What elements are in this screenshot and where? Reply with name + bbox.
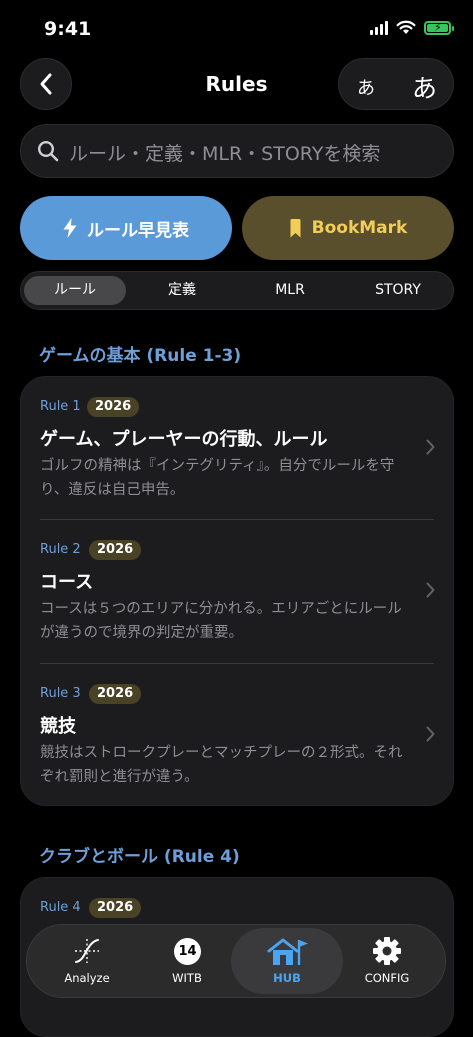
category-segmented-control: ルール 定義 MLR STORY [20,271,454,310]
bookmark-icon [290,218,301,237]
quick-reference-button[interactable]: ルール早見表 [20,196,232,260]
font-size-toggle[interactable]: あ あ [338,58,454,110]
section-title: クラブとボール (Rule 4) [39,847,240,867]
bookmark-label: BookMark [311,218,408,238]
wifi-icon [396,20,416,34]
tab-config[interactable]: CONFIG [337,925,437,997]
tab-analyze-label: Analyze [64,971,110,985]
rule-number: Rule 1 [40,399,81,414]
status-time: 9:41 [44,18,92,40]
rule-row-3[interactable]: Rule 3 2026 競技 競技はストロークプレーとマッチプレーの２形式。それ… [21,664,453,805]
quick-reference-label: ルール早見表 [87,220,189,241]
analyze-icon [75,939,99,963]
rule-number: Rule 2 [40,542,81,557]
chevron-right-icon [426,726,435,742]
tab-config-label: CONFIG [364,971,410,985]
tab-bar: Analyze 14 WITB HUB CONFIG [26,924,446,998]
rule-number: Rule 3 [40,686,81,701]
search-icon [37,140,59,162]
status-bar: 9:41 ⚡ [0,0,473,56]
rules-card: Rule 1 2026 ゲーム、プレーヤーの行動、ルール ゴルフの精神は『インテ… [20,376,454,806]
tab-hub[interactable]: HUB [231,928,343,994]
rule-title: ゲーム、プレーヤーの行動、ルール [40,429,328,450]
tab-witb[interactable]: 14 WITB [137,925,237,997]
hub-icon [267,938,308,965]
tab-story[interactable]: STORY [347,276,449,305]
rule-description: ゴルフの精神は『インテグリティ』。自分でルールを守り、違反は自己申告。 [40,458,395,498]
search-input[interactable]: ルール・定義・MLR・STORYを検索 [20,124,454,178]
year-badge: 2026 [89,540,142,560]
gear-icon [373,937,401,965]
section-title: ゲームの基本 (Rule 1-3) [39,346,242,366]
bookmark-button[interactable]: BookMark [242,196,454,260]
rule-description: 競技はストロークプレーとマッチプレーの２形式。それぞれ罰則と進行が違う。 [40,745,403,785]
year-badge: 2026 [89,898,142,918]
tab-mlr[interactable]: MLR [239,276,341,305]
tab-definitions[interactable]: 定義 [131,276,233,305]
lightning-icon [63,218,77,238]
witb-icon: 14 [174,938,201,965]
year-badge: 2026 [87,397,140,417]
battery-icon: ⚡ [424,20,454,35]
cellular-signal-icon [370,20,388,35]
tab-analyze[interactable]: Analyze [37,925,137,997]
rule-row-2[interactable]: Rule 2 2026 コース コースは５つのエリアに分かれる。エリアごとにルー… [21,520,453,663]
chevron-right-icon [426,439,435,455]
tab-rules[interactable]: ルール [24,276,126,305]
tab-hub-label: HUB [273,971,301,985]
rule-title: コース [40,572,94,593]
tab-witb-label: WITB [172,971,202,985]
rule-description: コースは５つのエリアに分かれる。エリアごとにルールが違うので境界の判定が重要。 [40,601,402,641]
year-badge: 2026 [89,684,142,704]
font-size-small-button[interactable]: あ [357,74,375,100]
search-placeholder: ルール・定義・MLR・STORYを検索 [69,143,381,165]
rule-row-1[interactable]: Rule 1 2026 ゲーム、プレーヤーの行動、ルール ゴルフの精神は『インテ… [21,377,453,520]
status-icons: ⚡ [370,20,454,35]
rule-title: 競技 [40,716,76,737]
chevron-right-icon [426,582,435,598]
rule-number: Rule 4 [40,900,81,915]
font-size-large-button[interactable]: あ [412,69,437,105]
